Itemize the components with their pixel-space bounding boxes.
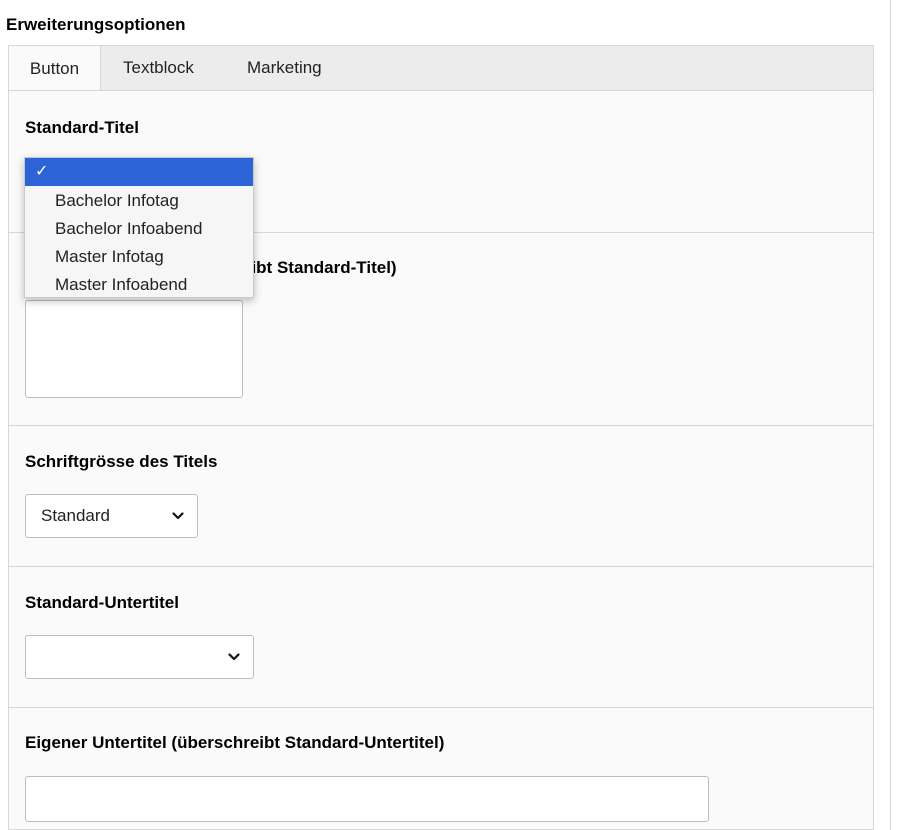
tab-textblock-label: Textblock	[123, 58, 194, 77]
tab-textblock[interactable]: Textblock	[123, 45, 194, 91]
page-edge-rule	[890, 0, 891, 830]
dropdown-option-label: Bachelor Infotag	[55, 191, 179, 210]
dropdown-option-label: Bachelor Infoabend	[55, 219, 203, 238]
dropdown-option-label: Master Infoabend	[55, 275, 188, 294]
custom-subtitle-label: Eigener Untertitel (überschreibt Standar…	[25, 733, 445, 752]
tab-marketing-label: Marketing	[247, 58, 322, 77]
section-title: Erweiterungsoptionen	[6, 15, 186, 34]
checkmark-icon: ✓	[35, 163, 49, 180]
extension-options-page: Erweiterungsoptionen Button Textblock Ma…	[0, 0, 900, 830]
title-font-size-label: Schriftgrösse des Titels	[25, 452, 218, 471]
dropdown-option[interactable]: Master Infotag	[25, 243, 253, 271]
standard-title-dropdown-list: ✓ Bachelor Infotag Bachelor Infoabend Ma…	[24, 157, 254, 298]
tab-button-label: Button	[29, 59, 80, 78]
dropdown-option[interactable]: Bachelor Infoabend	[25, 215, 253, 243]
dropdown-option[interactable]: Master Infoabend	[25, 271, 253, 299]
field-divider	[9, 425, 873, 426]
dropdown-option-label: Master Infotag	[55, 247, 164, 266]
dropdown-option-empty[interactable]: ✓	[25, 158, 253, 186]
custom-subtitle-input[interactable]	[25, 776, 709, 822]
field-divider	[9, 566, 873, 567]
tab-button[interactable]: Button	[8, 45, 101, 91]
standard-title-label: Standard-Titel	[25, 118, 139, 137]
dropdown-option[interactable]: Bachelor Infotag	[25, 187, 253, 215]
tab-marketing[interactable]: Marketing	[247, 45, 322, 91]
tab-bar: Button Textblock Marketing	[8, 45, 874, 91]
chevron-down-icon	[172, 512, 184, 520]
standard-subtitle-select[interactable]	[25, 635, 254, 679]
custom-title-label: eibt Standard-Titel)	[242, 258, 397, 277]
custom-title-textarea[interactable]	[25, 300, 243, 398]
title-font-size-value: Standard	[41, 506, 110, 525]
chevron-down-icon	[228, 653, 240, 661]
field-divider	[9, 707, 873, 708]
title-font-size-select[interactable]: Standard	[25, 494, 198, 538]
standard-subtitle-label: Standard-Untertitel	[25, 593, 179, 612]
